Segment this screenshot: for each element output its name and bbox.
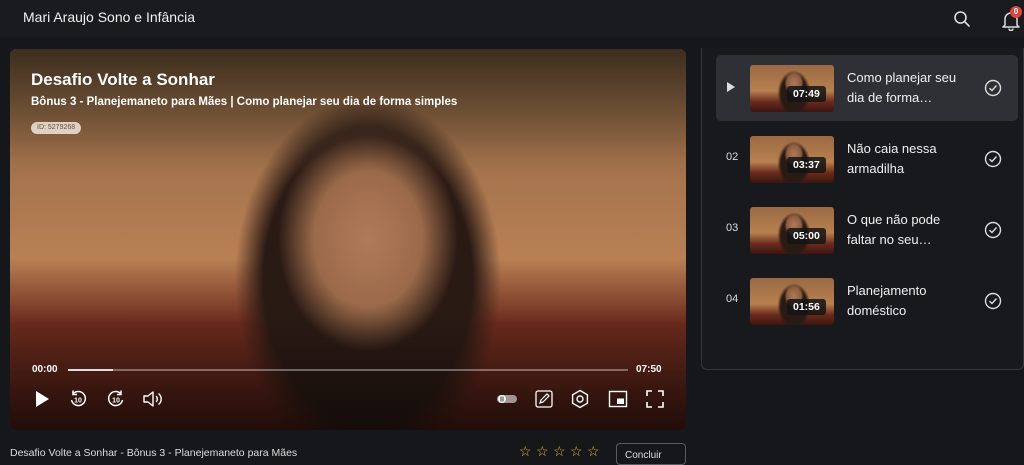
picture-in-picture-icon	[608, 390, 628, 408]
star-icon[interactable]: ☆	[519, 444, 533, 458]
rewind-label: 10	[74, 398, 82, 405]
pencil-icon	[535, 390, 553, 408]
current-time: 00:00	[32, 364, 58, 375]
notification-badge: 0	[1010, 6, 1022, 18]
video-player[interactable]: Desafio Volte a Sonhar Bônus 3 - Planeje…	[10, 49, 686, 430]
lesson-playlist: 07:49 Como planejar seu dia de forma… 02…	[701, 48, 1024, 370]
check-circle-icon[interactable]	[984, 79, 1002, 97]
brand-title[interactable]: Mari Araujo Sono e Infância	[23, 9, 195, 25]
check-circle-icon[interactable]	[984, 150, 1002, 168]
playlist-item-duration: 01:56	[787, 299, 826, 315]
playlist-item-number: 02	[726, 151, 739, 163]
playlist-item-title: Como planejar seu dia de forma…	[847, 70, 957, 105]
pip-button[interactable]	[607, 387, 629, 411]
volume-icon	[143, 391, 162, 407]
playlist-item-number: 03	[726, 222, 739, 234]
lesson-title: Desafio Volte a Sonhar - Bônus 3 - Plane…	[10, 447, 298, 459]
check-circle-icon[interactable]	[984, 221, 1002, 239]
rewind-button[interactable]: 10	[66, 387, 90, 411]
progress-bar[interactable]	[68, 369, 628, 371]
fullscreen-icon	[646, 390, 664, 408]
video-subtitle: Bônus 3 - Planejemaneto para Mães | Como…	[31, 96, 458, 108]
toggle-icon	[497, 395, 517, 403]
playlist-item-title: Não caia nessa armadilha	[847, 141, 937, 176]
notes-button[interactable]	[533, 387, 555, 411]
toggle-button[interactable]	[496, 387, 518, 411]
playlist-item-thumbnail: 05:00	[750, 207, 834, 254]
playlist-item-thumbnail: 07:49	[750, 65, 834, 112]
fullscreen-button[interactable]	[644, 387, 666, 411]
settings-icon	[571, 389, 589, 409]
play-button[interactable]	[30, 387, 54, 411]
rating-stars[interactable]: ☆ ☆ ☆ ☆ ☆	[519, 444, 601, 458]
star-icon[interactable]: ☆	[553, 444, 567, 458]
top-bar: Mari Araujo Sono e Infância 0	[0, 0, 1024, 38]
playlist-item-title: Planejamento doméstico	[847, 283, 927, 318]
progress-fill	[68, 369, 113, 371]
playlist-item-thumbnail: 01:56	[750, 278, 834, 325]
complete-label: Concluir	[625, 450, 662, 461]
forward-10-icon: 10	[107, 390, 124, 407]
playlist-item[interactable]: 07:49 Como planejar seu dia de forma…	[716, 55, 1018, 121]
playlist-item-thumbnail: 03:37	[750, 136, 834, 183]
total-time: 07:50	[636, 364, 662, 375]
forward-button[interactable]: 10	[104, 387, 128, 411]
rewind-10-icon: 10	[70, 390, 87, 407]
play-icon	[727, 82, 735, 92]
settings-button[interactable]	[569, 387, 591, 411]
playlist-item-number: 04	[726, 293, 739, 305]
star-icon[interactable]: ☆	[570, 444, 584, 458]
search-icon[interactable]	[952, 9, 972, 29]
volume-button[interactable]	[141, 387, 165, 411]
playlist-item-duration: 05:00	[787, 228, 826, 244]
playlist-item-duration: 03:37	[787, 157, 826, 173]
playlist-item-title: O que não pode faltar no seu…	[847, 212, 941, 247]
playlist-item[interactable]: 03 05:00 O que não pode faltar no seu…	[716, 197, 1018, 263]
forward-label: 10	[112, 398, 120, 405]
complete-button[interactable]: Concluir	[616, 443, 686, 465]
playlist-item[interactable]: 02 03:37 Não caia nessa armadilha	[716, 126, 1018, 192]
check-circle-icon[interactable]	[984, 292, 1002, 310]
video-title: Desafio Volte a Sonhar	[31, 70, 215, 89]
video-id-badge: ID: 5279268	[31, 122, 82, 134]
star-icon[interactable]: ☆	[536, 444, 550, 458]
play-icon	[36, 391, 49, 407]
playlist-item[interactable]: 04 01:56 Planejamento doméstico	[716, 268, 1018, 334]
playlist-item-duration: 07:49	[787, 86, 826, 102]
star-icon[interactable]: ☆	[587, 444, 601, 458]
